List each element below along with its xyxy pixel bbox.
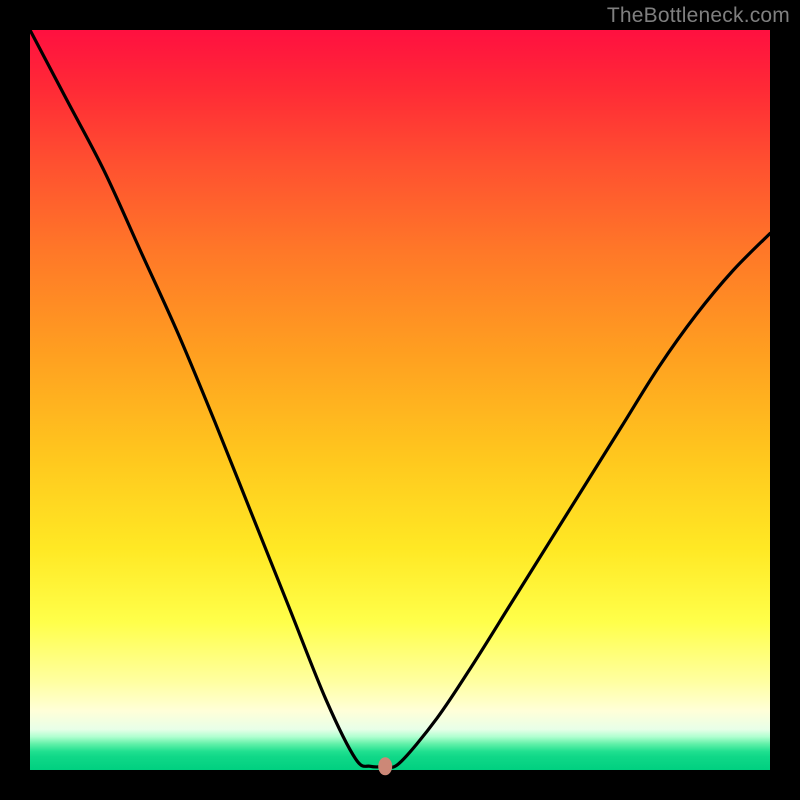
bottleneck-curve	[30, 30, 770, 767]
chart-frame: TheBottleneck.com	[0, 0, 800, 800]
watermark-text: TheBottleneck.com	[607, 4, 790, 28]
curve-svg	[30, 30, 770, 770]
plot-area	[30, 30, 770, 770]
optimum-marker	[378, 757, 392, 775]
